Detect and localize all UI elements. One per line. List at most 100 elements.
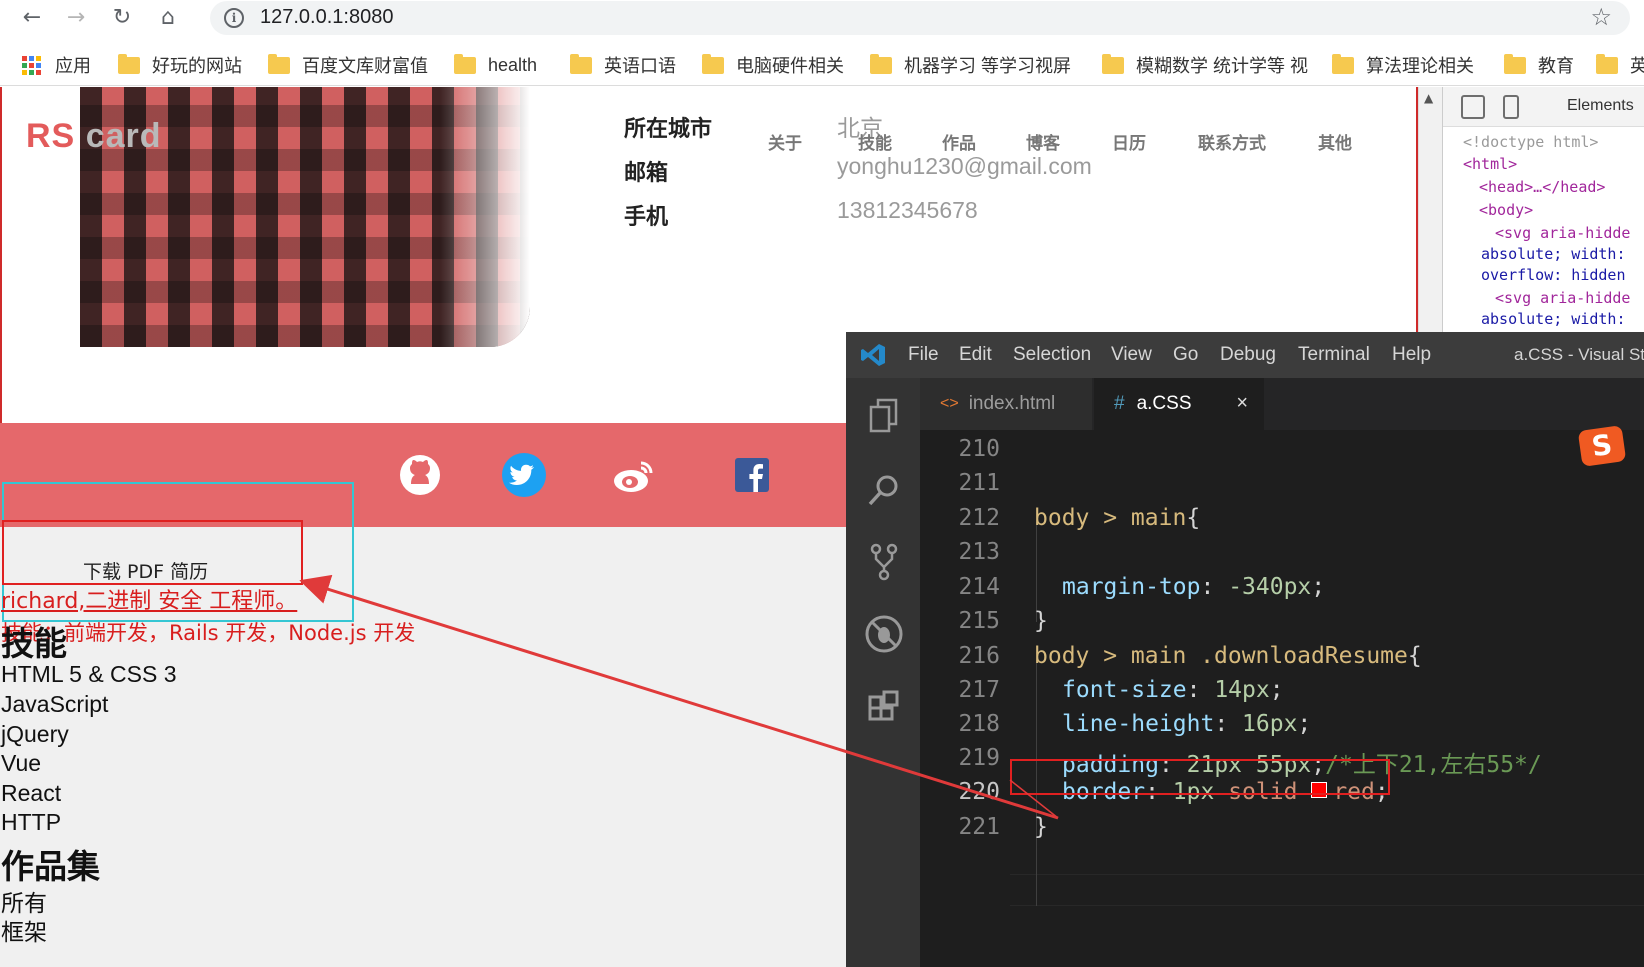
menu-selection[interactable]: Selection xyxy=(1013,344,1091,366)
inspect-element-icon[interactable] xyxy=(1461,95,1485,119)
url-text[interactable]: 127.0.0.1:8080 xyxy=(260,6,393,29)
dom-node[interactable]: <body> xyxy=(1479,201,1533,219)
explorer-icon[interactable] xyxy=(864,396,904,436)
home-icon[interactable]: ⌂ xyxy=(154,4,182,32)
annotation-code-box xyxy=(1010,759,1390,795)
info-value-phone: 13812345678 xyxy=(837,197,978,223)
folder-icon xyxy=(1102,53,1124,74)
dom-node-attr: overflow: hidden xyxy=(1481,266,1626,284)
folder-icon xyxy=(268,53,290,74)
dom-node[interactable]: <head>…</head> xyxy=(1479,178,1605,196)
menu-file[interactable]: File xyxy=(908,344,939,366)
bookmarks-bar: 应用 好玩的网站 百度文库财富值 health 英语口语 电脑硬件相关 机器学习… xyxy=(0,44,1644,86)
menu-terminal[interactable]: Terminal xyxy=(1298,344,1370,366)
github-icon[interactable] xyxy=(396,451,444,499)
code-line-214: margin-top: -340px; xyxy=(1062,574,1326,600)
menu-help[interactable]: Help xyxy=(1392,344,1431,366)
css-property: margin-top xyxy=(1062,574,1201,600)
nav-skills[interactable]: 技能 xyxy=(858,129,892,154)
brace: { xyxy=(1407,643,1422,669)
devtools-toolbar: Elements xyxy=(1443,87,1644,127)
works-item[interactable]: 框架 xyxy=(1,913,47,947)
weibo-icon[interactable] xyxy=(610,451,658,499)
tab-elements[interactable]: Elements xyxy=(1567,97,1634,115)
debug-icon[interactable] xyxy=(864,614,904,654)
bookmark-folder[interactable]: 模糊数学 统计学等 视 xyxy=(1102,50,1308,80)
bookmark-folder[interactable]: 机器学习 等学习视屏 xyxy=(870,50,1071,80)
extensions-icon[interactable] xyxy=(864,686,904,726)
skill-item: HTML 5 & CSS 3 xyxy=(1,661,177,687)
bookmark-folder[interactable]: 电脑硬件相关 xyxy=(702,50,844,80)
tab-index-html[interactable]: <> index.html xyxy=(920,378,1092,430)
bookmark-folder[interactable]: 英 xyxy=(1596,50,1644,80)
skill-item: JavaScript xyxy=(1,691,109,717)
line-number: 216 xyxy=(958,643,1000,669)
tab-a-css[interactable]: # a.CSS × xyxy=(1094,378,1264,430)
menu-edit[interactable]: Edit xyxy=(959,344,992,366)
bookmark-label: 机器学习 等学习视屏 xyxy=(904,56,1072,76)
nav-contact[interactable]: 联系方式 xyxy=(1198,129,1266,154)
apps-grid-icon xyxy=(22,55,41,75)
menu-view[interactable]: View xyxy=(1111,344,1152,366)
code-line-215: } xyxy=(1034,608,1048,634)
css-value: 16px xyxy=(1242,711,1298,737)
forward-arrow-icon[interactable]: → xyxy=(62,4,90,32)
menu-debug[interactable]: Debug xyxy=(1220,344,1276,366)
skill-item: React xyxy=(1,780,62,806)
vscode-window: File Edit Selection View Go Debug Termin… xyxy=(846,332,1644,967)
site-logo[interactable]: RS card xyxy=(26,117,162,156)
line-number: 215 xyxy=(958,608,1000,634)
dom-node[interactable]: <svg aria-hidde xyxy=(1495,224,1630,242)
css-property: font-size xyxy=(1062,677,1187,703)
css-selector: body > main xyxy=(1034,505,1187,531)
code-line-217: font-size: 14px; xyxy=(1062,677,1284,703)
folder-icon xyxy=(454,53,476,74)
intro-link[interactable]: richard,二进制 安全 工程师。 xyxy=(1,583,297,615)
code-editor[interactable]: 210 211 212 213 214 215 216 217 218 219 … xyxy=(920,430,1644,967)
sogou-ime-icon[interactable]: S xyxy=(1577,425,1627,467)
skill-item: HTTP xyxy=(1,809,62,835)
activity-bar xyxy=(846,378,920,967)
css-file-icon: # xyxy=(1114,393,1125,414)
close-icon[interactable]: × xyxy=(1236,392,1248,415)
bookmark-label: 好玩的网站 xyxy=(152,56,242,76)
bookmark-label: 应用 xyxy=(55,56,91,76)
bookmark-folder[interactable]: 好玩的网站 xyxy=(118,50,242,80)
scroll-up-arrow-icon[interactable]: ▲ xyxy=(1424,91,1433,105)
star-bookmark-icon[interactable]: ☆ xyxy=(1590,3,1612,31)
tab-label: a.CSS xyxy=(1136,393,1192,414)
info-icon[interactable]: i xyxy=(224,8,244,28)
bookmark-folder[interactable]: 百度文库财富值 xyxy=(268,50,428,80)
works-heading: 作品集 xyxy=(1,847,100,886)
indent-guide xyxy=(1036,522,1037,622)
line-number: 219 xyxy=(958,745,1000,771)
reload-icon[interactable]: ↻ xyxy=(108,4,136,32)
dom-node[interactable]: <!doctype html> xyxy=(1463,133,1598,151)
twitter-icon[interactable] xyxy=(500,451,548,499)
source-control-icon[interactable] xyxy=(864,542,904,582)
dom-node[interactable]: <html> xyxy=(1463,155,1517,173)
bookmark-folder[interactable]: 教育 xyxy=(1504,50,1574,80)
download-resume-link[interactable]: 下载 PDF 简历 xyxy=(83,557,208,584)
html-file-icon: <> xyxy=(940,395,959,412)
facebook-icon[interactable] xyxy=(728,451,776,499)
bookmark-folder[interactable]: 算法理论相关 xyxy=(1332,50,1474,80)
nav-works[interactable]: 作品 xyxy=(942,129,976,154)
nav-calendar[interactable]: 日历 xyxy=(1112,129,1146,154)
bookmark-apps[interactable]: 应用 xyxy=(22,50,91,80)
dom-node[interactable]: <svg aria-hidde xyxy=(1495,289,1630,307)
nav-other[interactable]: 其他 xyxy=(1318,129,1352,154)
device-toggle-icon[interactable] xyxy=(1503,95,1519,119)
css-selector: body > main .downloadResume xyxy=(1034,643,1408,669)
bookmark-folder[interactable]: 英语口语 xyxy=(570,50,676,80)
menu-go[interactable]: Go xyxy=(1173,344,1198,366)
bookmark-folder[interactable]: health xyxy=(454,50,537,80)
back-arrow-icon[interactable]: ← xyxy=(18,4,46,32)
nav-about[interactable]: 关于 xyxy=(768,129,802,154)
brace: { xyxy=(1186,505,1201,531)
nav-blog[interactable]: 博客 xyxy=(1026,129,1060,154)
search-icon[interactable] xyxy=(864,470,904,510)
css-value: 14px xyxy=(1214,677,1270,703)
address-bar[interactable]: i 127.0.0.1:8080 ☆ xyxy=(210,1,1630,35)
dom-node-attr: absolute; width: xyxy=(1481,245,1626,263)
